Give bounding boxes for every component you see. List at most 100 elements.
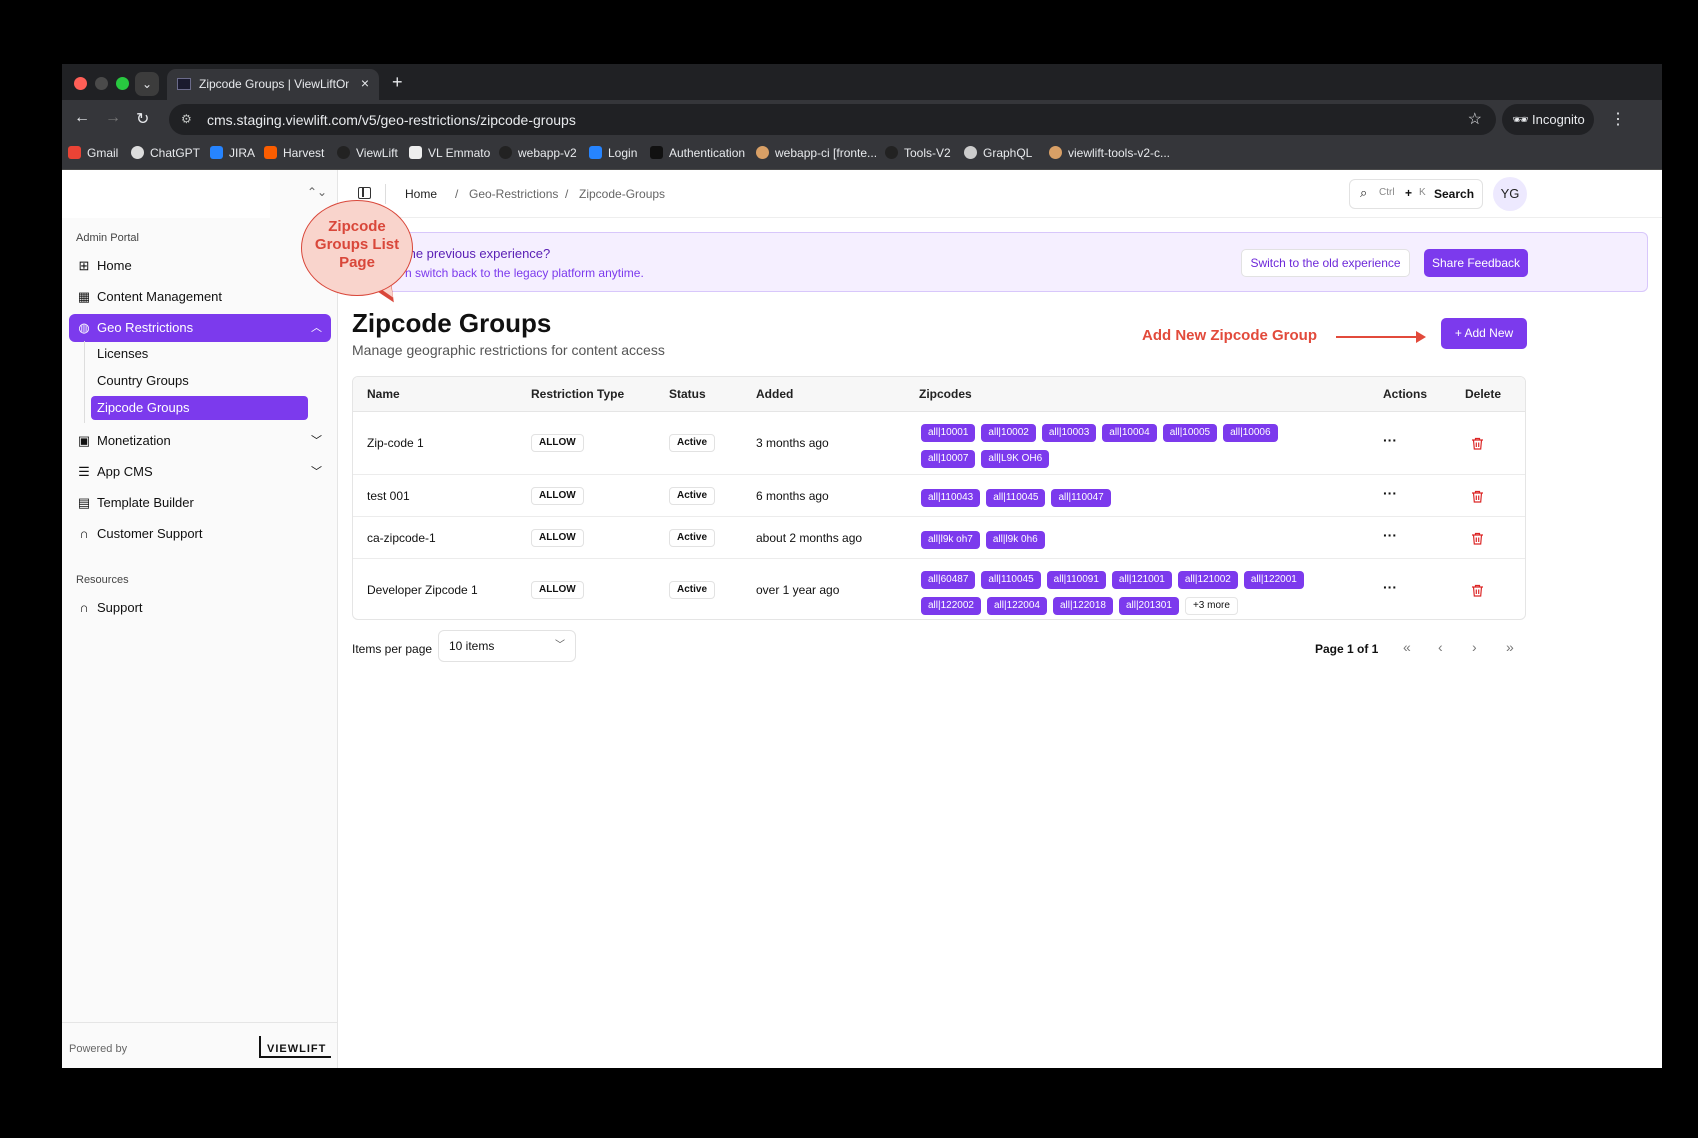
zipcode-chip: all|121001	[1111, 571, 1172, 589]
bookmark-harvest[interactable]: Harvest	[264, 146, 324, 160]
avatar[interactable]: YG	[1493, 177, 1527, 211]
sidebar-item-support[interactable]: ∩ Support	[69, 594, 331, 622]
bookmark-viewlift-tools[interactable]: viewlift-tools-v2-c...	[1049, 146, 1170, 160]
trash-icon[interactable]	[1471, 532, 1484, 545]
zipcode-chip: all|122001	[1243, 571, 1304, 589]
table-row[interactable]: Zip-code 1 ALLOW Active 3 months ago all…	[353, 412, 1525, 475]
table-row[interactable]: Developer Zipcode 1 ALLOW Active over 1 …	[353, 559, 1525, 619]
sidebar: ⌃⌄ Admin Portal ⊞ Home ▦ Content Managem…	[62, 170, 338, 1068]
bookmark-label: Login	[608, 146, 638, 160]
sidebar-item-geo-restrictions[interactable]: ◍ Geo Restrictions ︿	[69, 314, 331, 342]
add-new-button[interactable]: + Add New	[1441, 318, 1527, 349]
sidebar-subitem-licenses[interactable]: Licenses	[91, 342, 308, 366]
github-icon	[885, 146, 898, 159]
chatgpt-icon	[131, 146, 144, 159]
search-button[interactable]: ⌕ Ctrl + K Search	[1349, 179, 1483, 209]
bookmark-login[interactable]: Login	[589, 146, 637, 160]
bookmark-viewlift[interactable]: ViewLift	[337, 146, 398, 160]
zipcode-chip: all|110045	[986, 489, 1046, 507]
column-header-added: Added	[756, 387, 794, 401]
bookmark-jira[interactable]: JIRA	[210, 146, 255, 160]
chevron-down-icon: ﹀	[311, 435, 322, 447]
browser-tab[interactable]: Zipcode Groups | ViewLiftOne ×	[167, 69, 379, 100]
bookmark-tools-v2[interactable]: Tools-V2	[885, 146, 951, 160]
bookmark-label: viewlift-tools-v2-c...	[1068, 146, 1171, 160]
table-row[interactable]: test 001 ALLOW Active 6 months ago all|1…	[353, 475, 1525, 517]
row-actions-menu-icon[interactable]: ···	[1383, 432, 1397, 448]
sidebar-item-template-builder[interactable]: ▤ Template Builder	[69, 489, 331, 517]
breadcrumb-home[interactable]: Home	[405, 187, 437, 201]
workspace-selector[interactable]	[62, 170, 270, 218]
zipcode-chip: all|l9k oh7	[921, 531, 980, 549]
row-name: ca-zipcode-1	[367, 531, 436, 545]
bookmark-vl-emmato[interactable]: VL Emmato	[409, 146, 490, 160]
more-zipcodes-badge[interactable]: +3 more	[1184, 597, 1238, 615]
last-page-icon[interactable]: »	[1506, 639, 1514, 655]
row-actions-menu-icon[interactable]: ···	[1383, 579, 1397, 595]
annotation-arrow-head	[1416, 331, 1426, 343]
bookmark-graphql[interactable]: GraphQL	[964, 146, 1032, 160]
breadcrumb-geo-restrictions[interactable]: Geo-Restrictions	[469, 187, 558, 201]
sidebar-subitem-country-groups[interactable]: Country Groups	[91, 369, 308, 393]
tab-title: Zipcode Groups | ViewLiftOne	[199, 77, 349, 91]
zipcode-chip: all|10001	[921, 424, 976, 442]
sidebar-item-content-management[interactable]: ▦ Content Management	[69, 283, 331, 311]
incognito-icon: 🕶	[1512, 112, 1529, 127]
bookmark-star-icon[interactable]: ☆	[1468, 109, 1482, 129]
site-settings-icon[interactable]: ⚙	[181, 112, 195, 126]
bookmark-webapp-ci[interactable]: webapp-ci [fronte...	[756, 146, 877, 160]
first-page-icon[interactable]: «	[1403, 639, 1411, 655]
sidebar-item-monetization[interactable]: ▣ Monetization ﹀	[69, 427, 331, 455]
share-feedback-button[interactable]: Share Feedback	[1424, 249, 1528, 277]
tab-close-icon[interactable]: ×	[361, 75, 369, 91]
new-tab-icon[interactable]: +	[392, 72, 403, 93]
chevron-up-down-icon[interactable]: ⌃⌄	[307, 185, 327, 199]
forward-icon[interactable]: →	[105, 109, 121, 127]
url-text: cms.staging.viewlift.com/v5/geo-restrict…	[207, 112, 576, 128]
row-actions-menu-icon[interactable]: ···	[1383, 527, 1397, 543]
trash-icon[interactable]	[1471, 490, 1484, 503]
sidebar-item-app-cms[interactable]: ☰ App CMS ﹀	[69, 458, 331, 486]
reload-icon[interactable]: ↻	[136, 109, 149, 129]
tab-favicon-icon	[177, 78, 191, 90]
toggle-sidebar-icon[interactable]	[358, 187, 371, 199]
login-icon	[589, 146, 602, 159]
tab-search-button[interactable]: ⌄	[135, 72, 159, 96]
zipcode-chip: all|10006	[1223, 424, 1278, 442]
browser-menu-icon[interactable]: ⋮	[1610, 109, 1626, 129]
bookmark-authentication[interactable]: Authentication	[650, 146, 745, 160]
row-name: test 001	[367, 489, 410, 503]
column-header-delete: Delete	[1465, 387, 1502, 401]
prev-page-icon[interactable]: ‹	[1438, 639, 1443, 655]
sidebar-item-home[interactable]: ⊞ Home	[69, 252, 331, 280]
next-page-icon[interactable]: ›	[1472, 639, 1477, 655]
back-icon[interactable]: ←	[74, 109, 90, 127]
row-added: about 2 months ago	[756, 531, 863, 545]
minimize-window-button[interactable]	[95, 77, 108, 90]
trash-icon[interactable]	[1471, 584, 1484, 597]
sidebar-subitem-zipcode-groups[interactable]: Zipcode Groups	[91, 396, 308, 420]
zipcode-chip: all|110043	[921, 489, 981, 507]
items-per-page-select[interactable]: 10 items ﹀	[438, 630, 576, 662]
url-field[interactable]: ⚙ cms.staging.viewlift.com/v5/geo-restri…	[169, 104, 1496, 135]
table-row[interactable]: ca-zipcode-1 ALLOW Active about 2 months…	[353, 517, 1525, 559]
zipcode-chip: all|10004	[1102, 424, 1157, 442]
row-name: Developer Zipcode 1	[367, 583, 478, 597]
maximize-window-button[interactable]	[116, 77, 129, 90]
github-icon	[499, 146, 512, 159]
bookmark-webapp-v2[interactable]: webapp-v2	[499, 146, 577, 160]
restriction-type-badge: ALLOW	[531, 487, 584, 505]
close-window-button[interactable]	[74, 77, 87, 90]
bookmark-chatgpt[interactable]: ChatGPT	[131, 146, 200, 160]
trash-icon[interactable]	[1471, 437, 1484, 450]
row-actions-menu-icon[interactable]: ···	[1383, 485, 1397, 501]
zipcode-chip: all|122018	[1052, 597, 1113, 615]
incognito-badge[interactable]: 🕶 Incognito	[1502, 104, 1594, 135]
switch-old-experience-button[interactable]: Switch to the old experience	[1241, 249, 1410, 277]
harvest-icon	[264, 146, 277, 159]
sidebar-item-customer-support[interactable]: ∩ Customer Support	[69, 520, 331, 548]
bookmark-gmail[interactable]: Gmail	[68, 146, 118, 160]
zipcode-chip: all|L9K OH6	[981, 450, 1050, 468]
emmato-icon	[409, 146, 422, 159]
zipcode-groups-table: Name Restriction Type Status Added Zipco…	[352, 376, 1526, 620]
